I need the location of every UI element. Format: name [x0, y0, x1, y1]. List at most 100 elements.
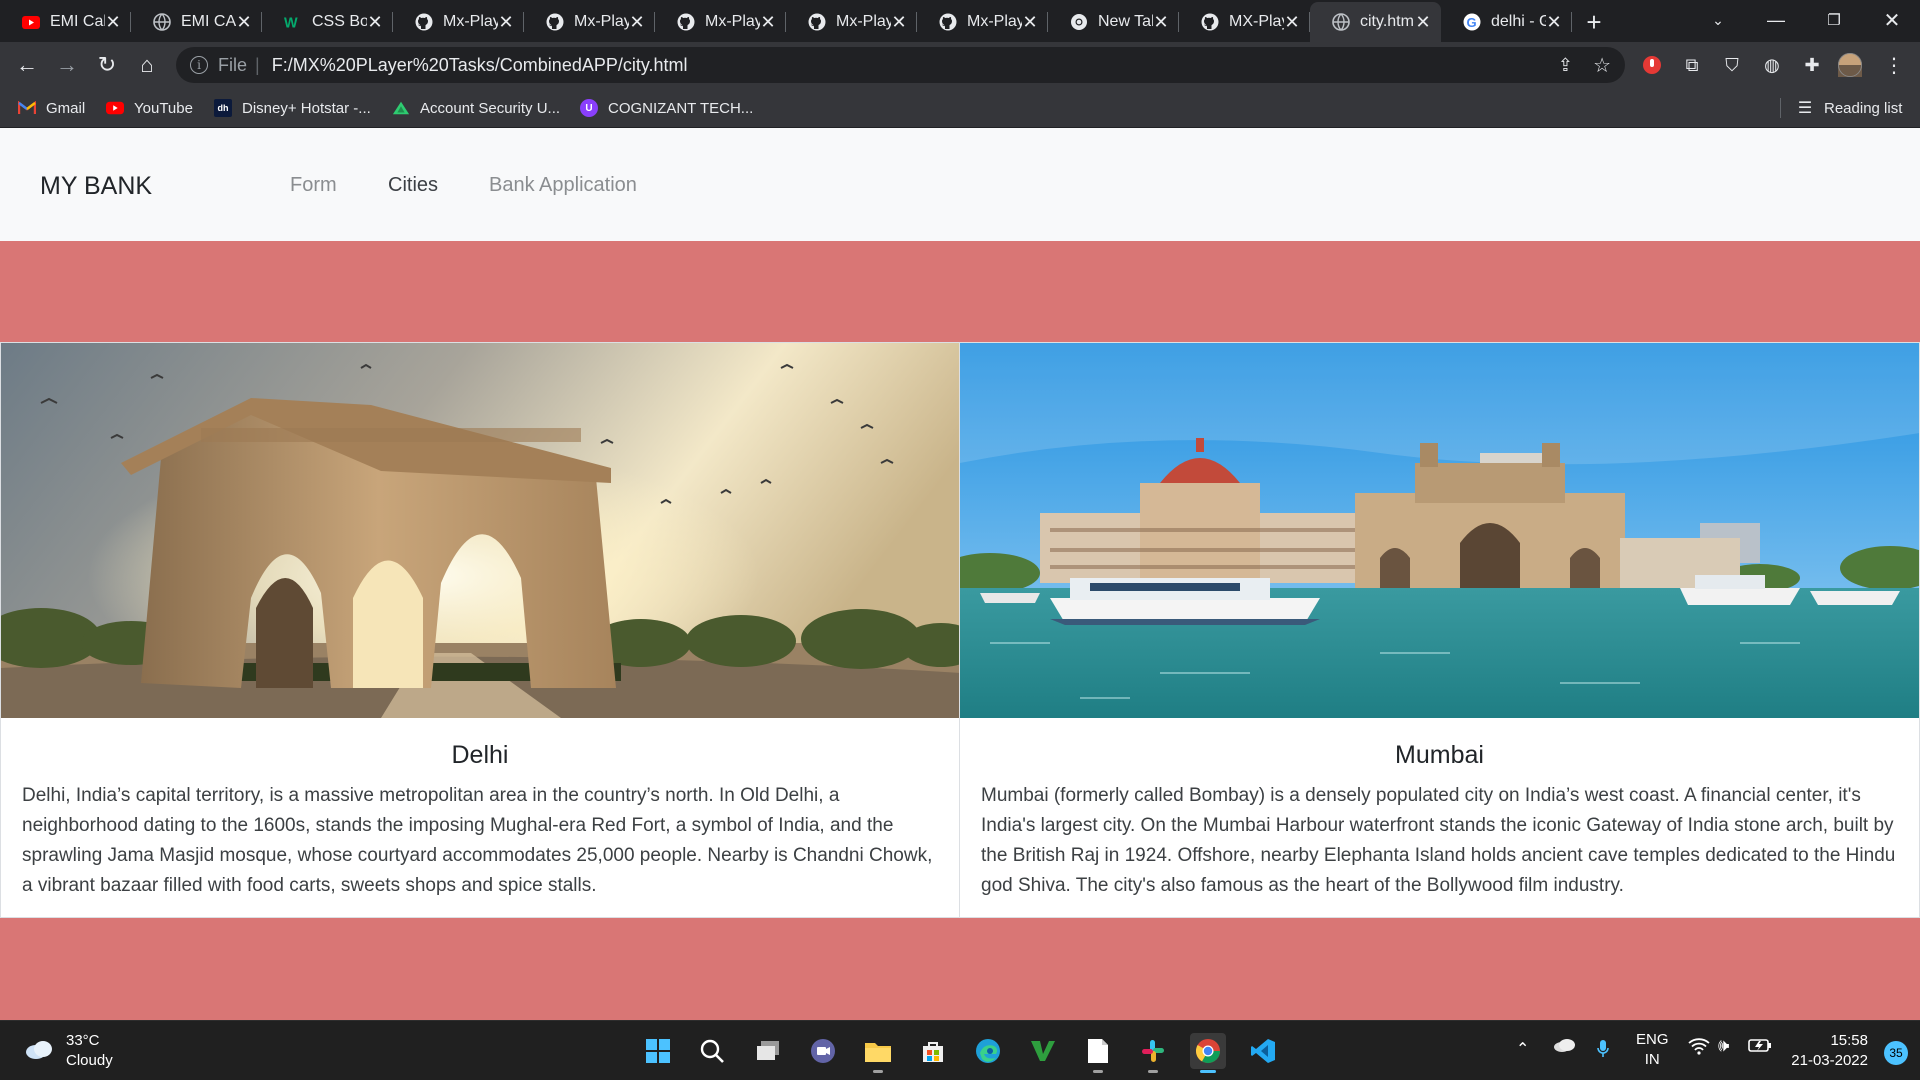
- weather-widget[interactable]: 33°C Cloudy: [24, 1031, 113, 1071]
- forward-button[interactable]: →: [52, 50, 82, 80]
- extension-red-icon[interactable]: [1640, 53, 1664, 77]
- microsoft-store-icon[interactable]: [915, 1033, 951, 1069]
- tab[interactable]: Mx-Play ✕: [524, 2, 655, 42]
- home-button[interactable]: ⌂: [132, 50, 162, 80]
- bookmark-gmail[interactable]: Gmail: [18, 97, 85, 119]
- tab-close-icon[interactable]: ✕: [629, 12, 645, 33]
- menu-kebab-icon[interactable]: ⋮: [1882, 53, 1906, 77]
- cognizant-icon: U: [580, 99, 598, 117]
- hotstar-icon: dh: [214, 99, 232, 117]
- reading-list-icon: ☰: [1797, 100, 1813, 117]
- nav-link-bank-application[interactable]: Bank Application: [489, 174, 637, 197]
- tab[interactable]: Mx-Play ✕: [786, 2, 917, 42]
- tab[interactable]: MX-Play ✕: [1179, 2, 1310, 42]
- minimize-button[interactable]: —: [1748, 0, 1804, 40]
- tab-close-icon[interactable]: ✕: [1415, 12, 1431, 33]
- reload-button[interactable]: ↻: [92, 50, 122, 80]
- url-text: F:/MX%20PLayer%20Tasks/CombinedAPP/city.…: [271, 54, 688, 75]
- tab-close-icon[interactable]: ✕: [760, 12, 776, 33]
- reading-list-button[interactable]: ☰ Reading list: [1796, 97, 1903, 119]
- close-window-button[interactable]: ✕: [1864, 0, 1920, 40]
- tab[interactable]: Mx-Play ✕: [655, 2, 786, 42]
- tab-title: EMI Cal: [50, 13, 105, 30]
- running-indicator: [873, 1070, 883, 1073]
- vscode-icon[interactable]: [1245, 1033, 1281, 1069]
- search-icon[interactable]: [694, 1033, 730, 1069]
- tab-close-icon[interactable]: ✕: [105, 12, 121, 33]
- tab-active[interactable]: city.htm ✕: [1310, 2, 1441, 42]
- bookmark-hotstar[interactable]: dh Disney+ Hotstar -...: [214, 97, 371, 119]
- slack-icon[interactable]: [1135, 1033, 1171, 1073]
- bookmark-cognizant[interactable]: U COGNIZANT TECH...: [580, 97, 753, 119]
- back-button[interactable]: ←: [12, 50, 42, 80]
- tab[interactable]: W CSS Box✕: [262, 2, 393, 42]
- microphone-icon[interactable]: [1596, 1039, 1610, 1064]
- google-icon: G: [1463, 13, 1481, 31]
- tab-close-icon[interactable]: ✕: [1022, 12, 1038, 33]
- globe-icon: [153, 13, 171, 31]
- tray-overflow-icon[interactable]: ⌃: [1516, 1039, 1529, 1059]
- brand-logo[interactable]: MY BANK: [40, 172, 152, 201]
- gmail-icon: [18, 99, 36, 117]
- youtube-icon: [106, 99, 124, 117]
- share-icon[interactable]: ⇪: [1558, 55, 1573, 76]
- bookmark-youtube[interactable]: YouTube: [106, 97, 193, 119]
- running-indicator: [1200, 1070, 1216, 1073]
- onedrive-icon[interactable]: [1552, 1037, 1576, 1058]
- tab-close-icon[interactable]: ✕: [498, 12, 514, 33]
- globe-icon: [1332, 13, 1350, 31]
- tab-title: Mx-Play: [574, 13, 629, 30]
- site-info-icon[interactable]: i: [190, 56, 208, 74]
- nav-link-cities[interactable]: Cities: [388, 174, 438, 197]
- address-bar[interactable]: i File | F:/MX%20PLayer%20Tasks/Combined…: [176, 47, 1625, 83]
- notepad-icon[interactable]: [1080, 1033, 1116, 1073]
- new-tab-button[interactable]: +: [1574, 2, 1614, 42]
- file-explorer-icon[interactable]: [860, 1033, 896, 1073]
- tab-close-icon[interactable]: ✕: [367, 12, 383, 33]
- tab-title: EMI CA: [181, 13, 236, 30]
- bookmark-account-security[interactable]: Account Security U...: [392, 97, 560, 119]
- task-view-icon[interactable]: [750, 1033, 786, 1069]
- start-button[interactable]: [640, 1033, 676, 1069]
- tab-title: Mx-Play: [705, 13, 760, 30]
- extension-shield-icon[interactable]: ⛉: [1720, 53, 1744, 77]
- wifi-icon[interactable]: [1688, 1037, 1710, 1060]
- tab[interactable]: EMI Cal ✕: [0, 2, 131, 42]
- city-card-delhi: Delhi Delhi, India’s capital territory, …: [0, 342, 960, 918]
- teams-chat-icon[interactable]: [805, 1033, 841, 1069]
- bookmark-label: Gmail: [46, 99, 86, 117]
- chrome-icon[interactable]: [1190, 1033, 1226, 1073]
- tab-close-icon[interactable]: ✕: [1153, 12, 1169, 33]
- tab-close-icon[interactable]: ✕: [891, 12, 907, 33]
- restore-button[interactable]: ❐: [1806, 0, 1862, 40]
- github-icon: [808, 13, 826, 31]
- extension-copy-icon[interactable]: ⧉: [1680, 53, 1704, 77]
- running-indicator: [1148, 1070, 1158, 1073]
- tab[interactable]: Mx-Play ✕: [917, 2, 1048, 42]
- tab-title: Mx-Play: [443, 13, 498, 30]
- tab-close-icon[interactable]: ✕: [1284, 12, 1300, 33]
- tab[interactable]: New Tab✕: [1048, 2, 1179, 42]
- extension-globe-icon[interactable]: ◍: [1760, 53, 1784, 77]
- system-clock[interactable]: 15:58 21-03-2022: [1791, 1031, 1868, 1071]
- tab[interactable]: Mx-Play ✕: [393, 2, 524, 42]
- vim-icon[interactable]: [1025, 1033, 1061, 1069]
- edge-icon[interactable]: [970, 1033, 1006, 1069]
- language-code: ENG: [1636, 1031, 1669, 1048]
- language-indicator[interactable]: ENG IN: [1636, 1030, 1669, 1070]
- volume-icon[interactable]: 🕪: [1718, 1035, 1729, 1056]
- tab[interactable]: Gdelhi - G ✕: [1441, 2, 1572, 42]
- bookmark-star-icon[interactable]: ☆: [1593, 53, 1611, 78]
- tab-close-icon[interactable]: ✕: [236, 12, 252, 33]
- github-icon: [939, 13, 957, 31]
- extensions-puzzle-icon[interactable]: ✚: [1800, 53, 1824, 77]
- battery-icon[interactable]: [1748, 1037, 1772, 1058]
- w3schools-icon: W: [284, 13, 302, 31]
- profile-avatar[interactable]: [1838, 53, 1862, 77]
- tab-search-icon[interactable]: ⌄: [1690, 0, 1746, 40]
- tab-close-icon[interactable]: ✕: [1546, 12, 1562, 33]
- clock-time: 15:58: [1830, 1032, 1868, 1049]
- tab[interactable]: EMI CA ✕: [131, 2, 262, 42]
- nav-link-form[interactable]: Form: [290, 174, 337, 197]
- notification-badge[interactable]: 35: [1884, 1041, 1908, 1065]
